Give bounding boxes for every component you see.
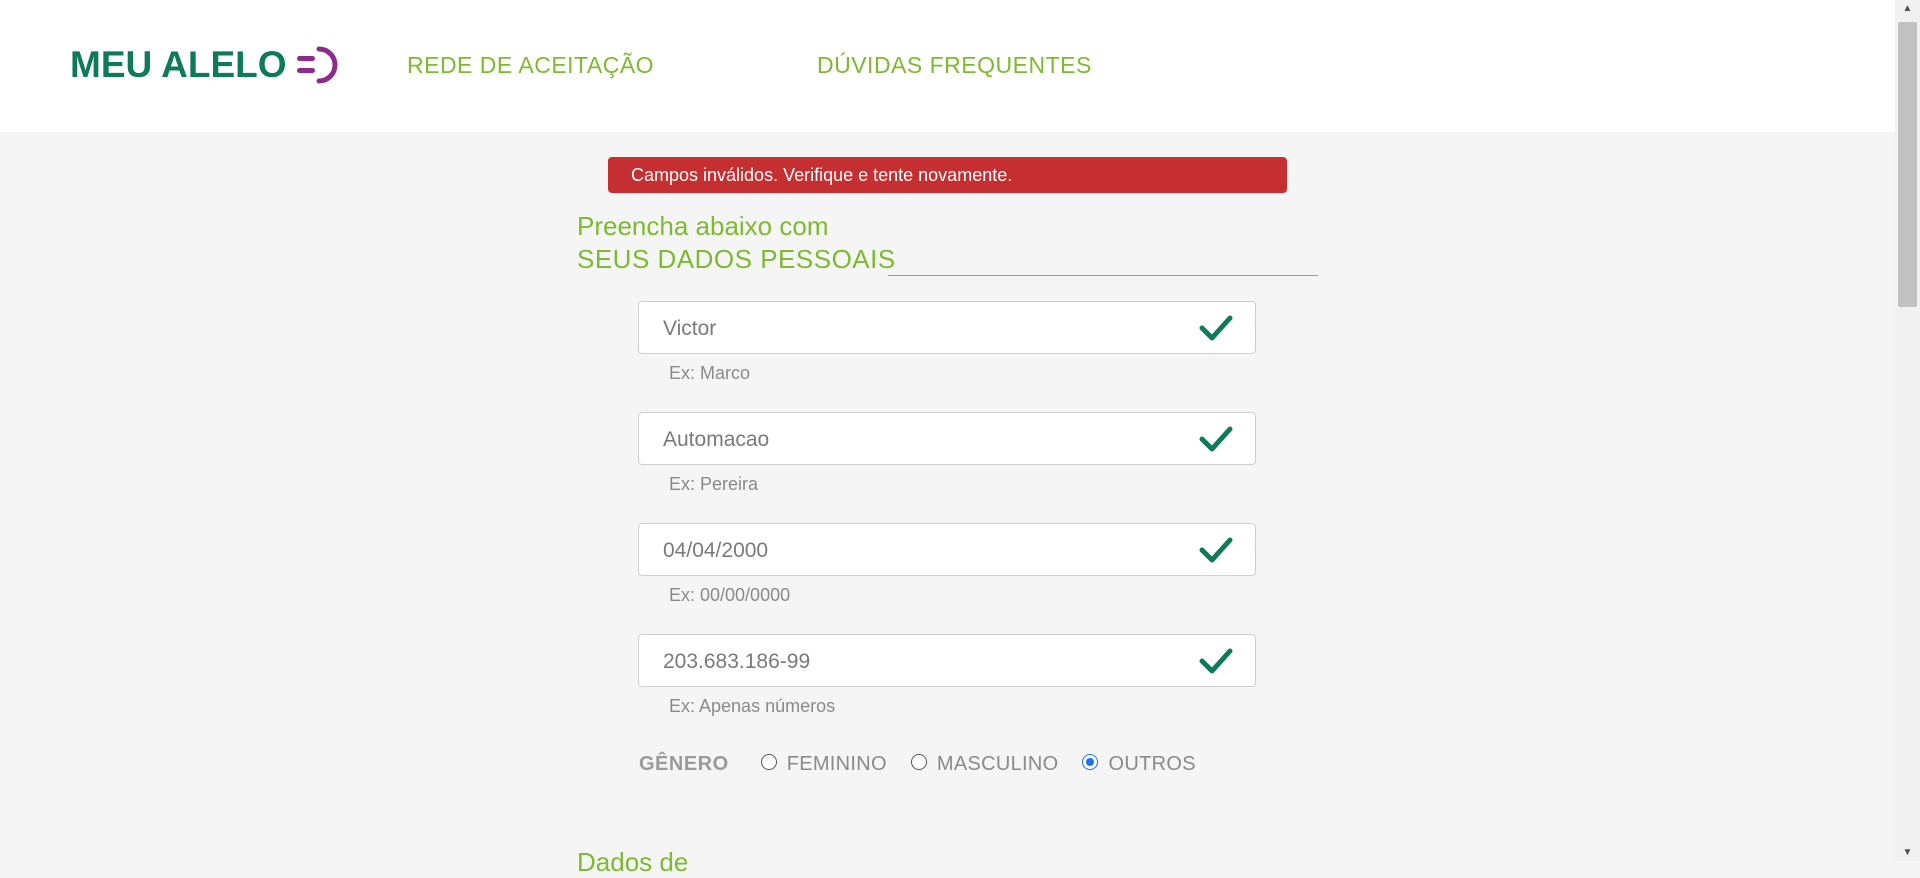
birth-date-field [638, 523, 1256, 577]
nav-link-rede-aceitacao[interactable]: REDE DE ACEITAÇÃO [407, 52, 654, 79]
check-icon [1199, 426, 1233, 452]
error-alert: Campos inválidos. Verifique e tente nova… [608, 157, 1287, 193]
next-section-heading: Dados de [577, 847, 689, 877]
form-title-line2: SEUS DADOS PESSOAIS [577, 244, 896, 274]
first-name-input[interactable] [639, 302, 1205, 355]
first-name-field [638, 301, 1256, 355]
gender-option-masculino[interactable]: MASCULINO [910, 752, 1059, 776]
cpf-input[interactable] [639, 635, 1205, 688]
gender-selector: GÊNERO FEMININO MASCULINO OUTROS [639, 750, 1220, 778]
nav-link-duvidas-frequentes[interactable]: DÚVIDAS FREQUENTES [817, 52, 1092, 79]
radio-masculino[interactable] [910, 754, 927, 770]
cpf-field [638, 634, 1256, 688]
gender-option-feminino[interactable]: FEMININO [760, 752, 887, 776]
check-icon [1199, 648, 1233, 674]
arrow-down-icon[interactable]: ▼ [1895, 844, 1920, 861]
last-name-input[interactable] [639, 413, 1205, 466]
last-name-field [638, 412, 1256, 466]
gender-option-outros[interactable]: OUTROS [1082, 752, 1196, 776]
check-icon [1199, 537, 1233, 563]
birth-date-input[interactable] [639, 524, 1205, 577]
radio-outros[interactable] [1082, 754, 1099, 770]
error-alert-message: Campos inválidos. Verifique e tente nova… [631, 164, 1013, 185]
title-divider [888, 275, 1318, 276]
radio-label-masculino: MASCULINO [936, 752, 1059, 775]
radio-label-feminino: FEMININO [786, 752, 887, 775]
radio-feminino[interactable] [760, 754, 777, 770]
first-name-hint: Ex: Marco [669, 363, 751, 383]
form-title-line1: Preencha abaixo com [577, 211, 829, 241]
logo[interactable]: MEU ALELO [70, 44, 339, 86]
scrollbar-thumb[interactable] [1898, 22, 1917, 307]
last-name-hint: Ex: Pereira [669, 474, 759, 494]
arrow-up-icon[interactable]: ▲ [1895, 0, 1920, 17]
cpf-hint: Ex: Apenas números [669, 696, 836, 716]
birth-date-hint: Ex: 00/00/0000 [669, 585, 791, 605]
site-header: MEU ALELO REDE DE ACEITAÇÃO DÚVIDAS FREQ… [0, 0, 1895, 132]
alelo-logo-icon [296, 46, 338, 84]
radio-label-outros: OUTROS [1108, 752, 1196, 775]
gender-label: GÊNERO [639, 752, 729, 775]
check-icon [1199, 315, 1233, 341]
page-scrollbar[interactable]: ▲ ▼ [1895, 0, 1920, 861]
logo-text: MEU ALELO [70, 44, 287, 85]
